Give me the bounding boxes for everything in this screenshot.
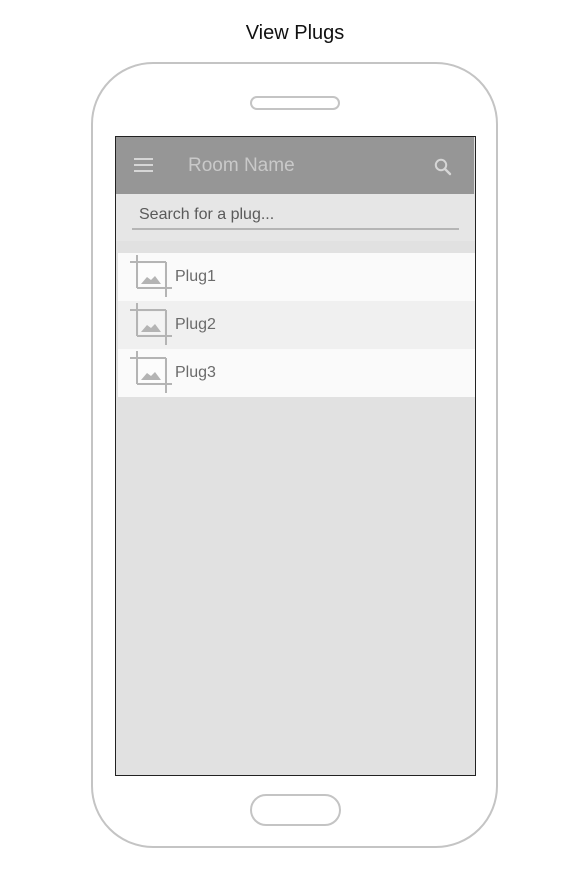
plug-label: Plug1 xyxy=(175,268,216,285)
app-bar-title: Room Name xyxy=(188,155,295,176)
search-bar xyxy=(116,194,475,241)
hamburger-menu-icon[interactable] xyxy=(134,158,153,173)
page-title: View Plugs xyxy=(245,22,345,44)
image-placeholder-icon xyxy=(130,351,176,395)
image-placeholder-icon xyxy=(130,255,176,299)
phone-home-button[interactable] xyxy=(250,794,341,826)
plug-list-item[interactable]: Plug3 xyxy=(118,349,475,397)
plug-list: Plug1 Plug2 Plug3 xyxy=(118,253,475,397)
plug-label: Plug3 xyxy=(175,364,216,381)
plug-list-item[interactable]: Plug2 xyxy=(118,301,475,349)
plug-label: Plug2 xyxy=(175,316,216,333)
phone-speaker xyxy=(250,96,340,110)
plug-list-item[interactable]: Plug1 xyxy=(118,253,475,301)
image-placeholder-icon xyxy=(130,303,176,347)
phone-screen: Room Name Plug1 xyxy=(115,136,476,776)
app-bar: Room Name xyxy=(116,137,474,194)
search-input[interactable] xyxy=(132,202,459,230)
search-icon[interactable] xyxy=(433,157,453,177)
